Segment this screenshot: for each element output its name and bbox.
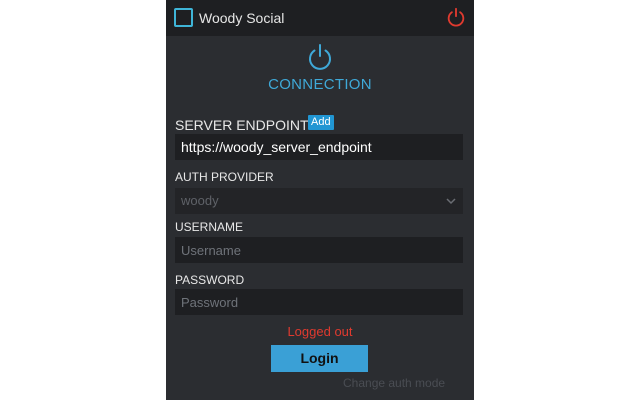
auth-provider-select[interactable]: woody (175, 188, 463, 214)
app-title: Woody Social (199, 10, 285, 26)
status-text: Logged out (287, 324, 353, 339)
username-label: USERNAME (175, 220, 244, 234)
auth-provider-label: AUTH PROVIDER (175, 170, 274, 184)
add-endpoint-button[interactable]: Add (308, 115, 334, 130)
login-button[interactable]: Login (271, 345, 368, 372)
power-icon[interactable] (445, 6, 467, 28)
auth-provider-value: woody (181, 193, 219, 208)
server-endpoint-input[interactable] (175, 134, 463, 160)
app-logo-icon (174, 8, 193, 27)
login-panel: Woody Social CONNECTION SERVER ENDPOINT … (166, 0, 474, 400)
connection-heading: CONNECTION (268, 76, 372, 93)
title-bar: Woody Social (166, 0, 474, 36)
change-auth-mode-link[interactable]: Change auth mode (343, 376, 445, 390)
chevron-down-icon (446, 198, 456, 205)
connection-power-icon (309, 44, 331, 70)
username-input[interactable] (175, 237, 463, 263)
password-input[interactable] (175, 289, 463, 315)
server-endpoint-label: SERVER ENDPOINT (175, 117, 309, 133)
password-label: PASSWORD (175, 273, 245, 287)
